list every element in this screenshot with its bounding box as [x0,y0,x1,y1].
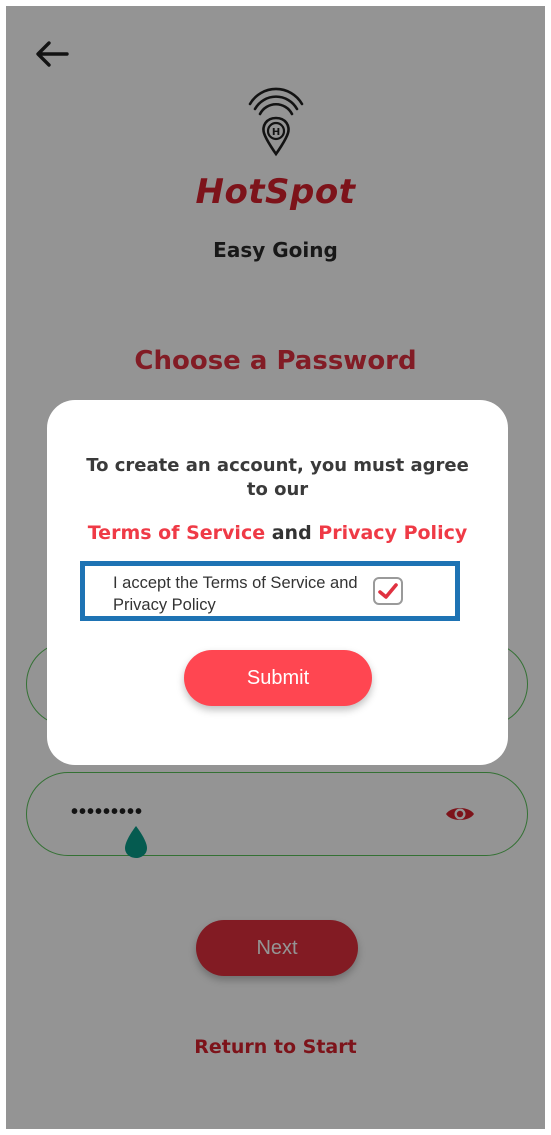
dialog-links: Terms of Service and Privacy Policy [47,522,508,544]
accept-terms-row[interactable]: I accept the Terms of Service and Privac… [80,561,460,621]
privacy-policy-link[interactable]: Privacy Policy [318,522,467,544]
dialog-message: To create an account, you must agree to … [86,455,469,500]
signup-screen: H HotSpot Easy Going Choose a Password •… [6,6,545,1129]
accept-terms-label: I accept the Terms of Service and Privac… [113,574,358,614]
submit-button[interactable]: Submit [184,650,372,706]
and-text: and [271,522,312,544]
accept-terms-checkbox[interactable] [373,577,403,605]
terms-of-service-link[interactable]: Terms of Service [88,522,265,544]
terms-dialog: To create an account, you must agree to … [47,400,508,765]
checkmark-icon [378,583,398,599]
